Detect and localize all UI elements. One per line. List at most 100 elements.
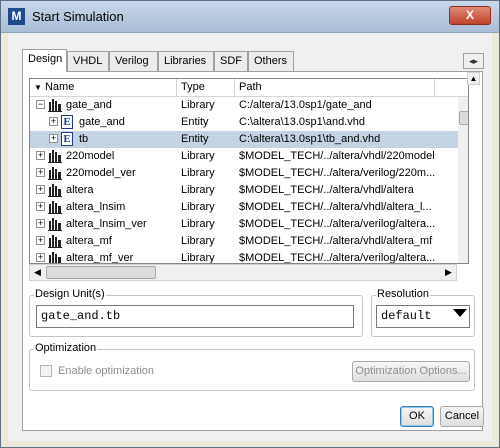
enable-optimization-label: Enable optimization <box>58 365 155 377</box>
tab-vhdl[interactable]: VHDL <box>67 51 109 71</box>
item-type: Library <box>181 235 215 247</box>
item-name: gate_and <box>79 116 125 128</box>
item-name: altera_mf <box>66 235 112 247</box>
item-name: altera <box>66 184 94 196</box>
item-path: $MODEL_TECH/../altera/verilog/220m... <box>239 167 436 179</box>
title-bar[interactable]: M Start Simulation X <box>1 1 499 33</box>
dialog-client-area: Design VHDL Verilog Libraries SDF Others… <box>8 33 492 441</box>
item-type: Entity <box>181 116 209 128</box>
design-unit-label: Design Unit(s) <box>34 288 106 300</box>
item-type: Library <box>181 167 215 179</box>
list-item[interactable]: − gate_and Library C:/altera/13.0sp1/gate_a… <box>30 97 458 114</box>
expand-icon[interactable]: + <box>36 202 45 211</box>
horizontal-scrollbar[interactable]: ◀ ▶ <box>29 264 457 281</box>
library-icon <box>48 201 62 214</box>
scroll-right-button[interactable]: ▶ <box>441 265 456 280</box>
design-unit-group: Design Unit(s) gate_and.tb <box>29 288 363 337</box>
expand-icon[interactable]: + <box>36 236 45 245</box>
list-header: ▼ Name Type Path <box>30 79 468 97</box>
resolution-group: Resolution default <box>371 288 475 337</box>
list-item[interactable]: + altera Library $MODEL_TECH/../altera/vhdl… <box>30 182 458 199</box>
library-icon <box>48 184 62 197</box>
item-type: Entity <box>181 133 209 145</box>
expand-icon[interactable]: + <box>36 219 45 228</box>
optimization-label: Optimization <box>34 342 98 354</box>
list-item[interactable]: + altera_mf Library $MODEL_TECH/../altera/v… <box>30 233 458 250</box>
item-path: C:\altera\13.0sp1\tb_and.vhd <box>239 133 381 145</box>
resolution-value: default <box>381 309 432 323</box>
item-path: $MODEL_TECH/../altera/vhdl/220model <box>239 150 435 162</box>
expand-icon[interactable]: + <box>36 185 45 194</box>
tab-others[interactable]: Others <box>248 51 294 71</box>
scroll-up-button[interactable]: ▲ <box>467 72 480 85</box>
tab-sdf[interactable]: SDF <box>214 51 248 71</box>
modelsim-app-icon: M <box>8 8 25 25</box>
column-header-type[interactable]: Type <box>177 79 235 97</box>
item-name: altera_lnsim <box>66 201 126 213</box>
item-type: Library <box>181 252 215 264</box>
expand-icon[interactable]: + <box>49 134 58 143</box>
tab-libraries[interactable]: Libraries <box>158 51 214 71</box>
item-name: tb <box>79 133 89 145</box>
design-list[interactable]: ▼ Name Type Path − gate_and Library C:/alte… <box>29 78 469 264</box>
expand-icon[interactable]: + <box>36 151 45 160</box>
list-item[interactable]: +220model_ver Library $MODEL_TECH/../alter… <box>30 165 458 182</box>
item-name: 220model_ver <box>66 167 136 179</box>
vertical-scroll-thumb[interactable] <box>459 111 468 125</box>
list-item[interactable]: +220model Library $MODEL_TECH/../altera/vh… <box>30 148 458 165</box>
resolution-label: Resolution <box>376 288 430 300</box>
item-type: Library <box>181 218 215 230</box>
item-path: $MODEL_TECH/../altera/vhdl/altera_mf <box>239 235 433 247</box>
optimization-group: Optimization Enable optimization Optimiz… <box>29 342 475 391</box>
close-button[interactable]: X <box>449 6 491 25</box>
item-type: Library <box>181 184 215 196</box>
chevron-down-icon[interactable] <box>453 309 467 317</box>
expand-icon[interactable]: + <box>36 168 45 177</box>
design-tab-page: ▼ Name Type Path − gate_and Library C:/alte… <box>22 71 483 431</box>
tab-scroll-buttons[interactable]: ◂▸ <box>463 53 484 69</box>
column-name-label: Name <box>44 81 75 93</box>
list-item[interactable]: + altera_lnsim_ver Library $MODEL_TECH/../a… <box>30 216 458 233</box>
entity-icon: E <box>61 132 73 146</box>
tab-scroll-right-icon[interactable]: ▸ <box>474 56 479 66</box>
vertical-scrollbar[interactable] <box>458 97 468 263</box>
list-item[interactable]: + altera_mf_ver Library $MODEL_TECH/../alte… <box>30 250 458 264</box>
expand-icon[interactable]: + <box>49 117 58 126</box>
resolution-select[interactable]: default <box>376 305 470 328</box>
item-type: Library <box>181 99 215 111</box>
item-name: 220model <box>66 150 115 162</box>
collapse-icon[interactable]: − <box>36 100 45 109</box>
item-type: Library <box>181 201 215 213</box>
list-item[interactable]: + Etb Entity C:\altera\13.0sp1\tb_and.vhd <box>30 131 458 148</box>
window-title: Start Simulation <box>32 9 124 24</box>
design-unit-input[interactable]: gate_and.tb <box>36 305 354 328</box>
library-icon <box>48 150 62 163</box>
item-path: $MODEL_TECH/../altera/vhdl/altera <box>239 184 414 196</box>
horizontal-scroll-thumb[interactable] <box>46 266 156 279</box>
library-icon <box>48 99 62 112</box>
expand-icon[interactable]: + <box>36 253 45 262</box>
sort-icon: ▼ <box>34 83 42 92</box>
column-header-path[interactable]: Path <box>235 79 435 97</box>
entity-icon: E <box>61 115 73 129</box>
enable-optimization-checkbox[interactable] <box>40 365 52 377</box>
item-path: C:\altera\13.0sp1\and.vhd <box>239 116 365 128</box>
item-type: Library <box>181 150 215 162</box>
library-icon <box>49 252 61 263</box>
item-path: $MODEL_TECH/../altera/verilog/altera... <box>239 252 436 264</box>
list-item[interactable]: + Egate_and Entity C:\altera\13.0sp1\and.vh… <box>30 114 458 131</box>
scroll-left-button[interactable]: ◀ <box>30 265 45 280</box>
list-item[interactable]: + altera_lnsim Library $MODEL_TECH/../alter… <box>30 199 458 216</box>
tab-verilog[interactable]: Verilog <box>109 51 158 71</box>
optimization-options-button[interactable]: Optimization Options... <box>352 361 470 382</box>
item-name: gate_and <box>66 99 112 111</box>
ok-button[interactable]: OK <box>400 406 434 427</box>
tab-design[interactable]: Design <box>22 49 67 72</box>
library-icon <box>48 167 62 180</box>
start-simulation-dialog: M Start Simulation X Design VHDL Verilog… <box>0 0 500 448</box>
column-header-name[interactable]: ▼ Name <box>30 79 177 97</box>
item-path: $MODEL_TECH/../altera/verilog/altera... <box>239 218 436 230</box>
library-icon <box>48 235 62 248</box>
cancel-button[interactable]: Cancel <box>440 406 484 427</box>
library-icon <box>48 218 62 231</box>
